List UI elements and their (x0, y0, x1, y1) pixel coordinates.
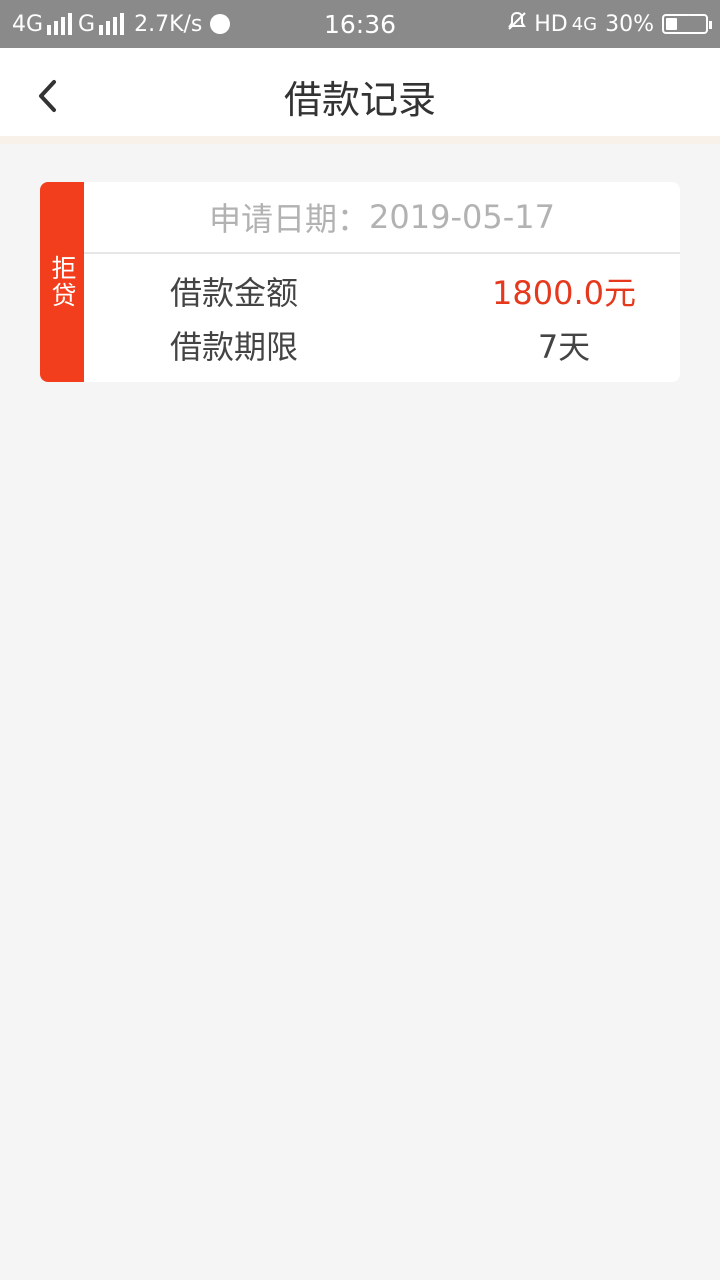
term-row: 借款期限 7天 (84, 322, 680, 372)
battery-icon: ⚡ (662, 14, 712, 34)
page-title: 借款记录 (283, 77, 436, 122)
amount-label: 借款金额 (170, 274, 299, 312)
status-badge: 拒贷 (40, 182, 84, 382)
status-right: HD 4G 30% ⚡ (506, 0, 712, 48)
term-value: 7天 (537, 328, 591, 366)
amount-row: 借款金额 1800.0元 (84, 268, 680, 318)
term-label: 借款期限 (170, 328, 299, 366)
amount-value: 1800.0元 (492, 274, 636, 312)
mute-icon (506, 10, 528, 38)
battery-percent: 30% (605, 11, 654, 37)
application-date-row: 申请日期： 2019-05-17 (84, 182, 680, 254)
network-type-3: 4G (571, 13, 598, 35)
nav-bar: 借款记录 (0, 48, 720, 144)
loan-record-card[interactable]: 拒贷 申请日期： 2019-05-17 借款金额 1800.0元 借款期限 7天 (40, 182, 680, 382)
date-value: 2019-05-17 (369, 198, 555, 236)
charging-icon: ⚡ (680, 14, 690, 30)
status-bar: 4G G 2.7K/s 16:36 HD 4G 30% ⚡ (0, 0, 720, 48)
date-label: 申请日期： (209, 200, 370, 238)
hd-label: HD (534, 11, 568, 37)
